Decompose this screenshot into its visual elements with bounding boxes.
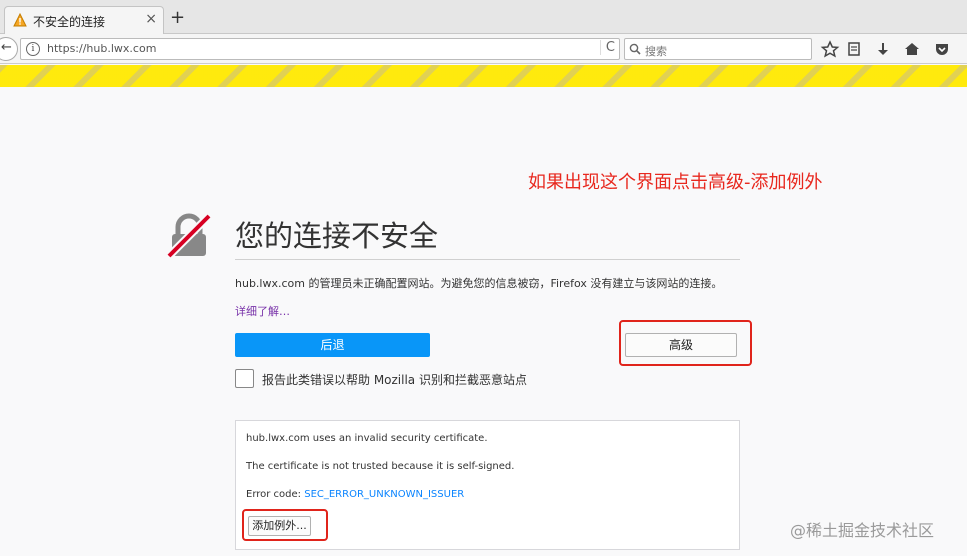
download-icon[interactable] — [872, 39, 894, 59]
close-tab-icon[interactable]: × — [145, 11, 157, 27]
tab-active[interactable]: 不安全的连接 × — [4, 6, 164, 34]
highlight-box-add-exception — [242, 509, 328, 541]
url-text[interactable]: https://hub.lwx.com — [47, 42, 156, 55]
watermark: @稀土掘金技术社区 — [790, 521, 935, 540]
error-description: hub.lwx.com 的管理员未正确配置网站。为避免您的信息被窃，Firefo… — [235, 277, 723, 290]
search-input[interactable]: 搜索 — [624, 38, 812, 60]
tab-strip: 不安全的连接 × + — [0, 0, 967, 34]
back-button-primary[interactable]: 后退 — [235, 333, 430, 357]
warning-icon — [13, 13, 27, 27]
reading-list-icon[interactable] — [843, 39, 865, 59]
search-placeholder: 搜索 — [645, 45, 667, 58]
report-checkbox[interactable] — [235, 369, 254, 388]
reload-icon[interactable]: C — [599, 40, 615, 55]
home-icon[interactable] — [901, 39, 923, 59]
cert-self-signed-text: The certificate is not trusted because i… — [246, 461, 515, 472]
broken-lock-icon — [166, 213, 212, 259]
search-icon — [629, 43, 641, 55]
annotation-text: 如果出现这个界面点击高级-添加例外 — [528, 172, 823, 193]
star-icon[interactable] — [819, 39, 841, 59]
back-button[interactable]: ← — [0, 37, 18, 61]
learn-more-link[interactable]: 详细了解… — [235, 303, 290, 319]
highlight-box-advanced — [619, 320, 752, 366]
site-info-icon[interactable]: i — [26, 42, 40, 56]
new-tab-button[interactable]: + — [170, 9, 185, 27]
page-title: 您的连接不安全 — [235, 219, 439, 253]
navigation-bar: ← i https://hub.lwx.com C 搜索 — [0, 34, 967, 64]
pocket-icon[interactable] — [931, 39, 953, 59]
report-label: 报告此类错误以帮助 Mozilla 识别和拦截恶意站点 — [262, 373, 527, 387]
back-arrow-icon: ← — [1, 40, 12, 55]
error-code-label: Error code: — [246, 489, 305, 500]
title-divider — [235, 259, 740, 260]
error-code-link[interactable]: SEC_ERROR_UNKNOWN_ISSUER — [304, 489, 464, 500]
error-code-line: Error code: SEC_ERROR_UNKNOWN_ISSUER — [246, 489, 464, 500]
url-bar[interactable]: i https://hub.lwx.com C — [20, 38, 620, 60]
cert-invalid-text: hub.lwx.com uses an invalid security cer… — [246, 433, 488, 444]
warning-stripe — [0, 65, 967, 87]
tab-title: 不安全的连接 — [33, 15, 106, 29]
